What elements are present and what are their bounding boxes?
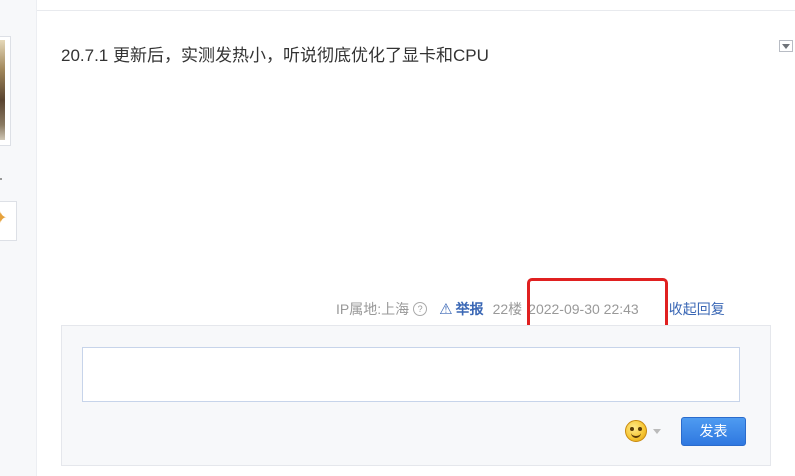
post-content: 20.7.1 更新后，实测发热小，听说彻底优化了显卡和CPU <box>61 46 489 65</box>
level-badge[interactable]: ✦ <box>0 201 17 241</box>
avatar-image <box>0 40 5 140</box>
divider <box>37 10 795 11</box>
reply-input[interactable] <box>82 347 740 402</box>
author-sidebar: ✦ <box>0 0 37 476</box>
smiley-face-icon <box>625 420 647 442</box>
collapse-replies-link[interactable]: 收起回复 <box>669 299 725 319</box>
report-label: 举报 <box>455 301 484 317</box>
reply-panel: 发表 <box>61 325 771 466</box>
ip-location: IP属地:上海 <box>336 301 410 317</box>
avatar[interactable] <box>0 36 11 146</box>
chevron-down-icon <box>653 428 661 434</box>
emoji-button[interactable] <box>625 418 661 444</box>
star-icon: ✦ <box>0 210 8 227</box>
floor-number: 22楼 <box>492 301 523 317</box>
highlight-annotation <box>527 278 668 332</box>
report-link[interactable]: ⚠ 举报 <box>439 299 483 319</box>
question-circle-icon[interactable]: ? <box>413 302 428 316</box>
warning-triangle-icon: ⚠ <box>439 301 453 318</box>
dropdown-arrow-icon[interactable] <box>779 40 793 52</box>
separator-dot <box>0 178 2 180</box>
submit-reply-button[interactable]: 发表 <box>681 417 746 446</box>
